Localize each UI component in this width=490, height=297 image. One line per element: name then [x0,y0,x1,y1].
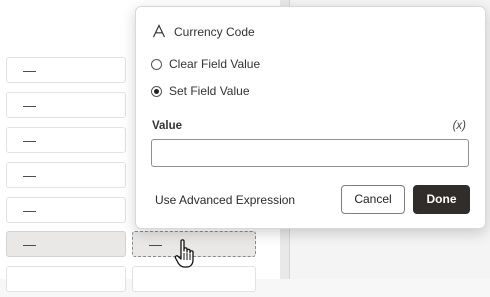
grid-cell[interactable]: — [6,162,126,188]
grid-cell[interactable] [6,266,126,292]
cancel-button[interactable]: Cancel [341,185,405,214]
radio-button[interactable] [151,85,162,97]
cell-value: — [23,168,36,183]
use-advanced-expression-link[interactable]: Use Advanced Expression [155,193,295,207]
value-label: Value [152,120,183,132]
table-row-selected[interactable]: — — [0,226,280,262]
cell-value: — [23,63,36,78]
grid-cell[interactable]: — [6,57,126,83]
set-field-value-option[interactable]: Set Field Value [151,84,250,98]
cell-value: — [23,203,36,218]
cell-value: — [23,133,36,148]
table-row[interactable] [0,261,280,297]
value-input[interactable] [151,139,469,167]
grid-cell[interactable]: — [6,127,126,153]
clear-field-value-option[interactable]: Clear Field Value [151,57,260,71]
done-button[interactable]: Done [413,185,470,214]
option-label: Set Field Value [169,84,250,98]
radio-button[interactable] [151,58,162,70]
grid-cell[interactable]: — [6,231,126,257]
cell-value: — [23,98,36,113]
cell-value: — [149,237,162,252]
cell-value: — [23,237,36,252]
grid-cell[interactable]: — [6,92,126,118]
field-name: Currency Code [174,25,255,39]
popover-header: Currency Code [152,23,255,41]
grid-cell[interactable]: — [6,197,126,223]
option-label: Clear Field Value [169,57,261,71]
text-type-icon [152,23,166,41]
field-value-popover: Currency Code Clear Field Value Set Fiel… [135,6,486,229]
hand-pointer-icon [173,238,197,270]
insert-variable-button[interactable]: (x) [453,120,466,132]
